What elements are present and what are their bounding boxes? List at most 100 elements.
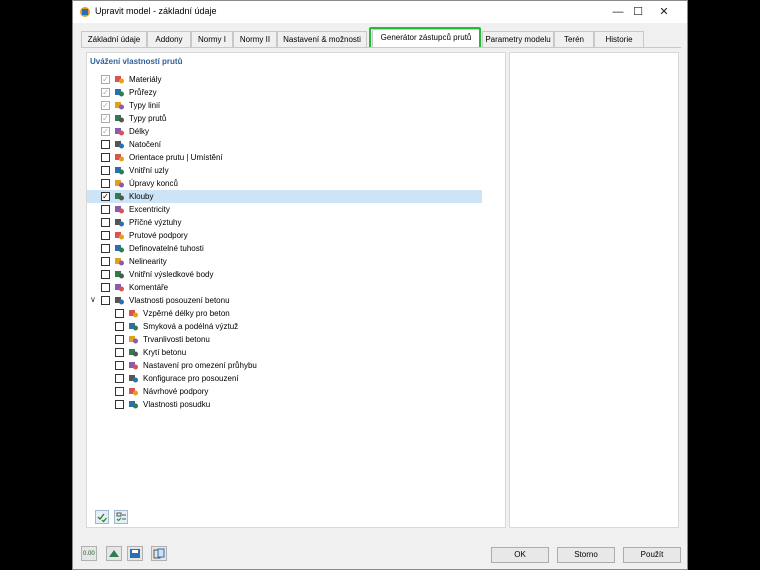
nonlinearity-icon xyxy=(115,258,124,266)
check-all-icon xyxy=(97,513,107,523)
tree-row[interactable]: Konfigurace pro posouzení xyxy=(87,372,482,385)
checkbox[interactable] xyxy=(115,400,124,409)
model-info-button[interactable] xyxy=(106,546,122,561)
tab-settings-options[interactable]: Nastavení & možnosti xyxy=(277,31,367,47)
tree-row[interactable]: ✓ Klouby xyxy=(87,190,482,203)
materials-icon xyxy=(115,76,124,84)
definable-stiffness-icon xyxy=(115,245,124,253)
checkbox[interactable] xyxy=(101,257,110,266)
load-settings-button[interactable] xyxy=(151,546,167,561)
checkbox[interactable] xyxy=(101,166,110,175)
save-settings-button[interactable] xyxy=(127,546,143,561)
tree-row[interactable]: ✓ Typy prutů xyxy=(87,112,482,125)
tree-row[interactable]: Definovatelné tuhosti xyxy=(87,242,482,255)
checkbox[interactable] xyxy=(101,153,110,162)
tree-row-label: Typy linií xyxy=(129,101,161,110)
end-modifications-icon xyxy=(115,180,124,188)
tree-row[interactable]: Vzpěrné délky pro beton xyxy=(87,307,482,320)
tab-history[interactable]: Historie xyxy=(594,31,644,47)
tree-row[interactable]: Krytí betonu xyxy=(87,346,482,359)
concrete-design-icon xyxy=(115,297,124,305)
tree-row-label: Orientace prutu | Umístění xyxy=(129,153,223,162)
checkbox[interactable] xyxy=(115,348,124,357)
tree-row[interactable]: Smyková a podélná výztuž xyxy=(87,320,482,333)
checkbox[interactable] xyxy=(101,270,110,279)
tree-row[interactable]: Úpravy konců xyxy=(87,177,482,190)
maximize-button[interactable]: ☐ xyxy=(631,5,645,19)
tree-row[interactable]: ✓ Průřezy xyxy=(87,86,482,99)
checkbox[interactable] xyxy=(115,387,124,396)
checkbox[interactable] xyxy=(115,361,124,370)
tree-row-label: Komentáře xyxy=(129,283,169,292)
checkbox[interactable] xyxy=(101,205,110,214)
tree-row-label: Vlastnosti posouzení betonu xyxy=(129,296,230,305)
tree-row[interactable]: Prutové podpory xyxy=(87,229,482,242)
tab-terrain[interactable]: Terén xyxy=(554,31,594,47)
checkbox[interactable] xyxy=(115,374,124,383)
uncheck-all-icon xyxy=(116,512,126,522)
checkbox[interactable]: ✓ xyxy=(101,192,110,201)
app-icon xyxy=(80,7,90,17)
tab-addons[interactable]: Addony xyxy=(147,31,191,47)
tree-row-label: Délky xyxy=(129,127,150,136)
cancel-button[interactable]: Storno xyxy=(557,547,615,563)
tree-row[interactable]: Natočení xyxy=(87,138,482,151)
minimize-button[interactable]: — xyxy=(611,5,625,19)
tree-row[interactable]: Návrhové podpory xyxy=(87,385,482,398)
units-label: 0.00 xyxy=(83,551,95,557)
tree-row[interactable]: ∨ Vlastnosti posouzení betonu xyxy=(87,294,482,307)
deflection-icon xyxy=(129,362,138,370)
tree-row-label: Vnitřní uzly xyxy=(129,166,169,175)
checkbox[interactable] xyxy=(101,231,110,240)
checkbox[interactable] xyxy=(101,296,110,305)
units-button[interactable]: 0.00 xyxy=(81,546,97,561)
tree-row[interactable]: Excentricity xyxy=(87,203,482,216)
select-all-button[interactable] xyxy=(95,510,109,524)
comments-icon xyxy=(115,284,124,292)
checkbox[interactable] xyxy=(101,244,110,253)
tree-row[interactable]: Orientace prutu | Umístění xyxy=(87,151,482,164)
member-supports-icon xyxy=(115,232,124,240)
checkbox[interactable] xyxy=(101,179,110,188)
tab-model-parameters[interactable]: Parametry modelu xyxy=(482,31,554,47)
tree-row[interactable]: ✓ Typy linií xyxy=(87,99,482,112)
checkbox[interactable] xyxy=(101,140,110,149)
tab-content: Uvážení vlastností prutů ✓ Materiály ✓ Průř… xyxy=(81,47,681,538)
tree-row[interactable]: Komentáře xyxy=(87,281,482,294)
expand-toggle-icon[interactable]: ∨ xyxy=(90,295,96,304)
transverse-stiffeners-icon xyxy=(115,219,124,227)
orientation-icon xyxy=(115,154,124,162)
tree-row[interactable]: Příčné výztuhy xyxy=(87,216,482,229)
deselect-all-button[interactable] xyxy=(114,510,128,524)
tree-row[interactable]: ✓ Materiály xyxy=(87,73,482,86)
tab-standards-1[interactable]: Normy I xyxy=(191,31,233,47)
tree-row[interactable]: Vnitřní uzly xyxy=(87,164,482,177)
ok-button[interactable]: OK xyxy=(491,547,549,563)
tree-row-label: Vlastnosti posudku xyxy=(143,400,211,409)
checkbox[interactable] xyxy=(101,218,110,227)
checkbox[interactable] xyxy=(115,335,124,344)
close-button[interactable]: ✕ xyxy=(657,5,671,19)
tree-row[interactable]: ✓ Délky xyxy=(87,125,482,138)
tab-basic-data[interactable]: Základní údaje xyxy=(81,31,147,47)
apply-button[interactable]: Použít xyxy=(623,547,681,563)
checkbox: ✓ xyxy=(101,114,110,123)
tree-row-label: Konfigurace pro posouzení xyxy=(143,374,239,383)
tab-standards-2[interactable]: Normy II xyxy=(233,31,277,47)
checkbox: ✓ xyxy=(101,75,110,84)
tree-row[interactable]: Nelinearity xyxy=(87,255,482,268)
tree-row[interactable]: Vnitřní výsledkové body xyxy=(87,268,482,281)
window-title: Upravit model - základní údaje xyxy=(95,6,217,16)
tree-row[interactable]: Nastavení pro omezení průhybu xyxy=(87,359,482,372)
tree-row[interactable]: Vlastnosti posudku xyxy=(87,398,482,411)
tree-row-label: Typy prutů xyxy=(129,114,167,123)
checkbox[interactable] xyxy=(101,283,110,292)
checkbox[interactable] xyxy=(115,322,124,331)
tree-row[interactable]: Trvanlivosti betonu xyxy=(87,333,482,346)
save-icon xyxy=(130,549,140,558)
line-types-icon xyxy=(115,102,124,110)
checkbox[interactable] xyxy=(115,309,124,318)
active-tab-highlight xyxy=(369,27,481,49)
concrete-cover-icon xyxy=(129,349,138,357)
checkbox: ✓ xyxy=(101,88,110,97)
